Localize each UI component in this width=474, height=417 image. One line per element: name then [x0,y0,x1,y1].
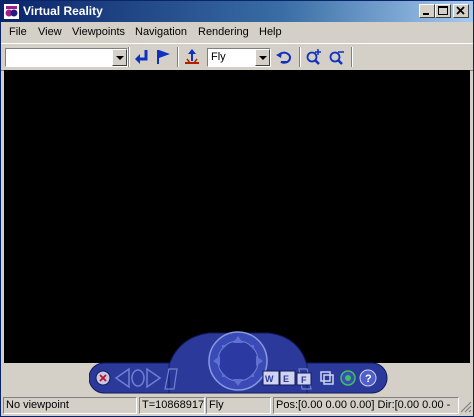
navigation-panel: W E F ? [89,331,388,394]
maximize-icon [438,6,448,15]
flag-icon[interactable] [153,47,173,67]
vr-canvas[interactable] [4,70,470,363]
status-position-direction: Pos:[0.00 0.00 0.00] Dir:[0.00 0.00 - [273,397,459,414]
status-time: T=10868917 [139,397,205,414]
toolbar-separator [351,47,353,67]
vr-app-icon [4,4,19,19]
zoom-out-icon[interactable] [327,47,347,67]
return-arrow-icon[interactable] [132,47,152,67]
vr-window: Virtual Reality File View Viewpoints Nav… [0,0,474,417]
toolbar: Fly [1,43,473,71]
chevron-down-icon[interactable] [255,49,270,66]
window-title: Virtual Reality [23,4,103,18]
menu-file[interactable]: File [9,26,27,38]
status-viewpoint: No viewpoint [3,397,137,414]
close-icon [456,6,465,15]
toolbar-separator [177,47,179,67]
navigation-mode-select[interactable]: Fly [207,48,271,67]
undo-move-icon[interactable] [274,47,294,67]
close-nav-icon[interactable] [95,370,111,386]
minimize-button[interactable] [419,4,435,18]
help-icon-label: ? [365,373,372,385]
chevron-down-icon[interactable] [112,49,127,66]
close-button[interactable] [453,4,469,18]
examine-button[interactable]: E [279,370,296,386]
fly-button[interactable]: F [296,372,312,386]
navigation-mode-value: Fly [211,51,226,63]
menu-viewpoints[interactable]: Viewpoints [72,26,125,38]
status-mode: Fly [206,397,271,414]
title-bar[interactable]: Virtual Reality [1,1,473,22]
help-icon[interactable]: ? [359,369,377,387]
wireframe-button-label: W [265,374,274,384]
minimize-icon [423,13,429,15]
zoom-in-icon[interactable] [304,47,324,67]
fly-button-label: F [301,375,307,385]
menu-rendering[interactable]: Rendering [198,26,249,38]
headlight-icon[interactable] [340,370,356,386]
maximize-button[interactable] [435,4,451,18]
resize-grip-icon[interactable] [459,400,472,413]
menu-view[interactable]: View [38,26,62,38]
status-bar: No viewpoint T=10868917 Fly Pos:[0.00 0.… [1,395,473,416]
menu-help[interactable]: Help [259,26,282,38]
toolbar-separator [299,47,301,67]
straighten-up-icon[interactable] [182,47,202,67]
menu-bar: File View Viewpoints Navigation Renderin… [1,22,473,42]
menu-navigation[interactable]: Navigation [135,26,187,38]
toolbar-separator [128,47,130,67]
wireframe-button[interactable]: W [262,370,280,386]
examine-button-label: E [283,374,289,384]
viewpoint-select[interactable] [5,48,128,67]
